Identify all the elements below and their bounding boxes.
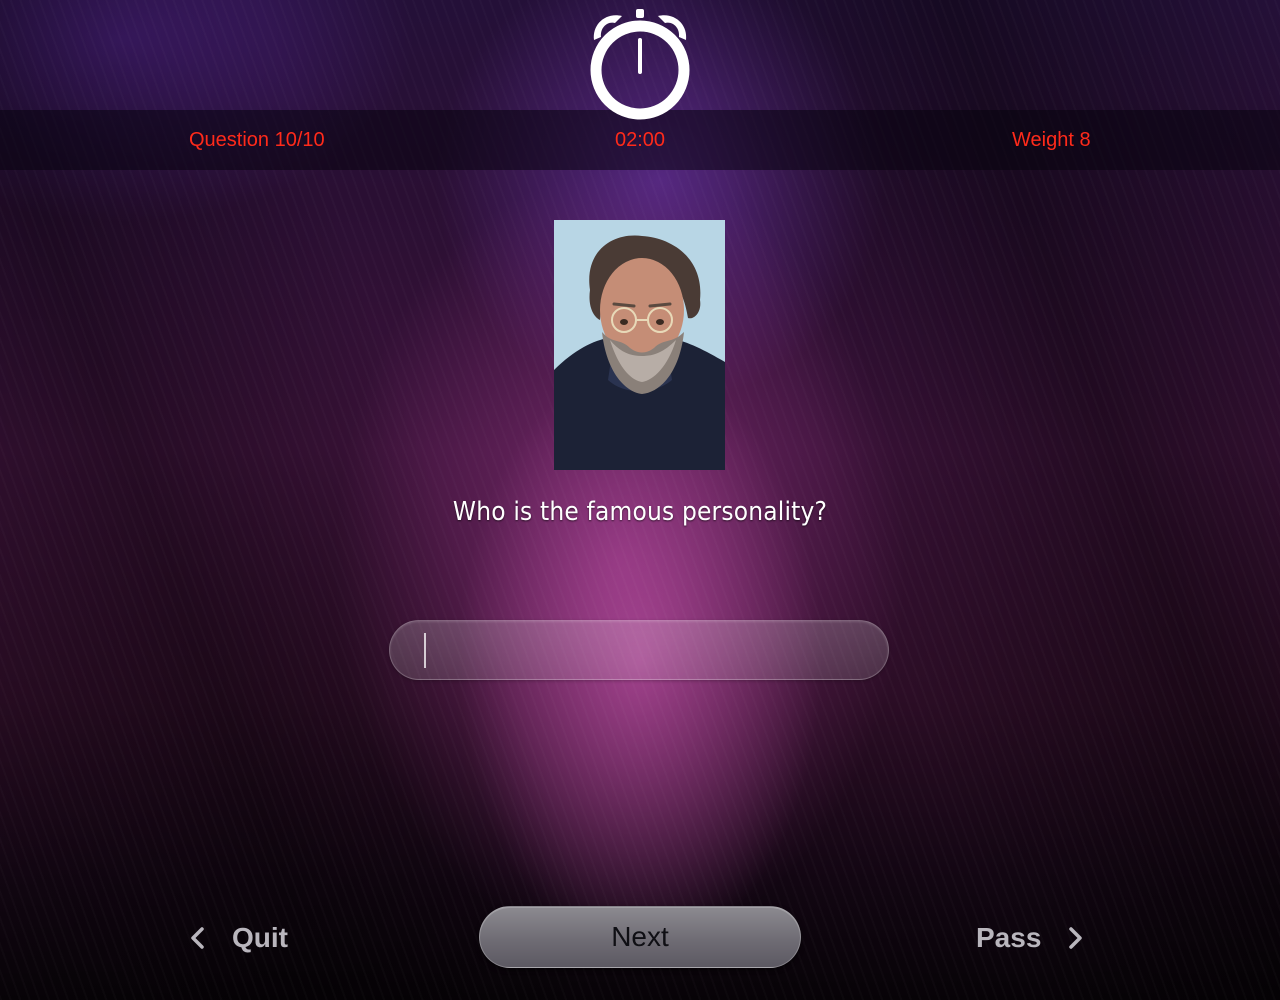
portrait-illustration <box>554 220 725 470</box>
question-counter: Question 10/10 <box>189 129 325 151</box>
pass-button[interactable]: Pass <box>976 916 1087 960</box>
quit-button[interactable]: Quit <box>186 916 288 960</box>
alarm-clock-icon <box>590 9 690 120</box>
answer-input[interactable] <box>389 620 889 680</box>
personality-photo <box>554 220 725 470</box>
next-button[interactable]: Next <box>479 906 801 968</box>
chevron-right-icon <box>1069 927 1083 949</box>
text-caret <box>424 633 426 668</box>
chevron-left-icon <box>191 927 204 949</box>
quit-label: Quit <box>232 922 288 953</box>
countdown-timer: 02:00 <box>614 129 666 151</box>
pass-label: Pass <box>976 922 1042 953</box>
question-weight: Weight 8 <box>1012 129 1091 151</box>
question-prompt: Who is the famous personality? <box>452 497 828 527</box>
